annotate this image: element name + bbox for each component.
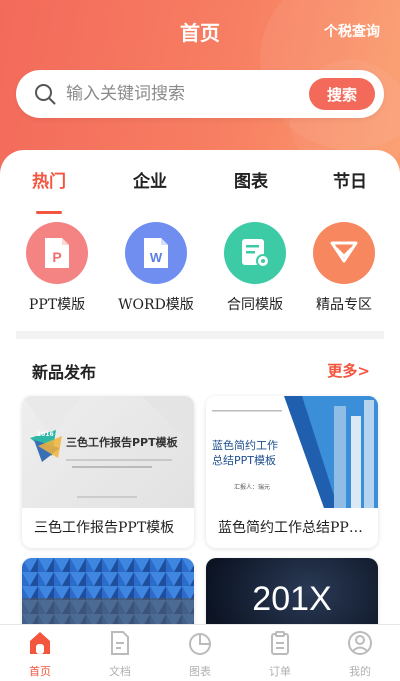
- tab-hot[interactable]: 热门: [19, 167, 79, 192]
- search-input[interactable]: [66, 80, 296, 108]
- tax-query-link[interactable]: 个税查询: [324, 21, 380, 41]
- tab-label: 我的: [349, 665, 371, 678]
- ppt-icon: P: [26, 222, 88, 284]
- bottom-tab-bar: 首页 文档 图表 订单 我的: [0, 624, 400, 681]
- svg-text:W: W: [150, 250, 163, 265]
- template-card[interactable]: 蓝色简约工作 总结PPT模板 汇报人：瑞元 蓝色简约工作总结PPT模板: [206, 396, 378, 548]
- more-link[interactable]: 更多>: [327, 360, 370, 381]
- tabbar-orders[interactable]: 订单: [250, 629, 310, 679]
- premium-icon: [313, 222, 375, 284]
- order-icon: [271, 631, 289, 655]
- section-divider: [16, 331, 384, 339]
- category-panel: 热门 企业 图表 节日 P PPT模版 W WORD模版 合同模版 精品专区: [0, 150, 400, 340]
- category-label: PPT模版: [28, 297, 86, 313]
- svg-text:P: P: [52, 249, 61, 265]
- category-label: 合同模版: [227, 297, 283, 313]
- tab-label: 首页: [29, 665, 51, 678]
- template-card[interactable]: 2016 三色工作报告PPT模板 三色工作报告PPT模板: [22, 396, 194, 548]
- search-button[interactable]: 搜索: [309, 78, 375, 110]
- tab-label: 图表: [189, 665, 211, 678]
- home-icon: [30, 632, 50, 654]
- thumb-title: 201X: [252, 580, 332, 618]
- template-title: 蓝色简约工作总结PPT模板: [218, 520, 378, 536]
- category-label: WORD模版: [118, 297, 194, 313]
- tabbar-charts[interactable]: 图表: [170, 629, 230, 679]
- category-premium[interactable]: 精品专区: [298, 222, 390, 314]
- category-contract[interactable]: 合同模版: [209, 222, 301, 314]
- tab-enterprise[interactable]: 企业: [120, 167, 180, 192]
- tabbar-profile[interactable]: 我的: [330, 629, 390, 679]
- template-title: 三色工作报告PPT模板: [34, 520, 175, 536]
- section-title: 新品发布: [32, 363, 97, 382]
- word-icon: W: [125, 222, 187, 284]
- search-icon: [35, 84, 56, 105]
- active-tab-indicator: [36, 211, 62, 214]
- document-icon: [111, 631, 129, 655]
- template-thumbnail: 2016 三色工作报告PPT模板: [22, 396, 194, 508]
- category-word[interactable]: W WORD模版: [110, 222, 202, 314]
- thumb-title: 蓝色简约工作 总结PPT模板: [212, 439, 278, 467]
- tab-holiday[interactable]: 节日: [320, 167, 380, 192]
- profile-icon: [348, 631, 372, 655]
- thumb-title: 三色工作报告PPT模板: [66, 436, 178, 449]
- tabbar-home[interactable]: 首页: [10, 629, 70, 679]
- tabbar-documents[interactable]: 文档: [90, 629, 150, 679]
- category-ppt[interactable]: P PPT模版: [11, 222, 103, 314]
- category-label: 精品专区: [316, 297, 372, 313]
- new-release-section: 新品发布 更多> 2016 三色工作报告PPT模板 三色工作报告PPT模板 蓝色…: [0, 339, 400, 670]
- template-thumbnail: 蓝色简约工作 总结PPT模板 汇报人：瑞元: [206, 396, 378, 508]
- chart-icon: [189, 633, 211, 655]
- contract-icon: [224, 222, 286, 284]
- search-bar: 搜索: [16, 70, 384, 118]
- tab-label: 文档: [109, 665, 131, 678]
- category-tabs: 热门 企业 图表 节日: [0, 167, 400, 214]
- tab-label: 订单: [269, 665, 291, 678]
- tab-charts[interactable]: 图表: [221, 167, 281, 192]
- thumb-year: 2016: [37, 431, 54, 438]
- thumb-subtitle: 汇报人：瑞元: [234, 484, 271, 491]
